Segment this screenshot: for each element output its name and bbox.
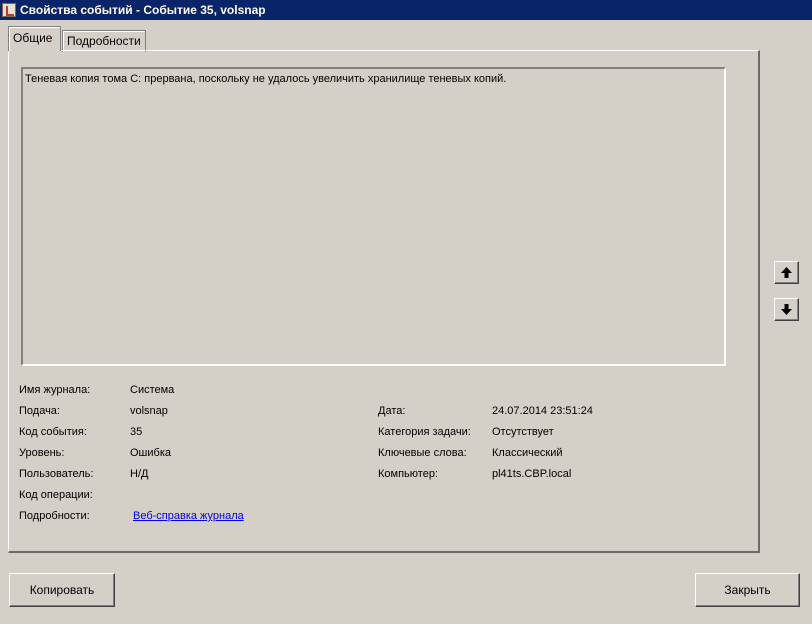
close-button[interactable]: Закрыть [695,573,800,607]
details-label: Подробности: [19,510,90,522]
close-button-label: Закрыть [724,583,771,597]
window-title: Свойства событий - Событие 35, volsnap [20,3,266,17]
date-label: Дата: [378,405,406,417]
event-message-text: Теневая копия тома C: прервана, поскольк… [25,73,507,85]
tab-general-label: Общие [13,31,53,45]
event-id-value: 35 [130,426,143,438]
arrow-down-icon [781,304,792,315]
task-category-label: Категория задачи: [378,426,471,438]
computer-label: Компьютер: [378,468,438,480]
keywords-label: Ключевые слова: [378,447,467,459]
source-label: Подача: [19,405,60,417]
copy-button-label: Копировать [29,583,95,597]
tab-details[interactable]: Подробности [62,30,146,52]
opcode-label: Код операции: [19,489,93,501]
previous-event-button[interactable] [774,261,799,284]
next-event-button[interactable] [774,298,799,321]
user-label: Пользователь: [19,468,94,480]
log-name-label: Имя журнала: [19,384,91,396]
task-category-value: Отсутствует [492,426,554,438]
keywords-value: Классический [492,447,563,459]
log-name-value: Система [130,384,175,396]
event-message-box[interactable]: Теневая копия тома C: прервана, поскольк… [21,67,726,366]
level-label: Уровень: [19,447,65,459]
source-value: volsnap [130,405,168,417]
computer-value: pl41ts.CBP.local [492,468,572,480]
user-value: Н/Д [130,468,149,480]
arrow-up-icon [781,267,792,278]
level-value: Ошибка [130,447,171,459]
event-id-label: Код события: [19,426,87,438]
title-bar[interactable]: Свойства событий - Событие 35, volsnap [0,0,812,20]
online-help-link[interactable]: Веб-справка журнала [133,510,244,522]
copy-button[interactable]: Копировать [9,573,115,607]
date-value: 24.07.2014 23:51:24 [492,405,593,417]
tab-general[interactable]: Общие [8,26,61,51]
event-viewer-icon [2,3,16,17]
tab-details-label: Подробности [67,34,141,48]
